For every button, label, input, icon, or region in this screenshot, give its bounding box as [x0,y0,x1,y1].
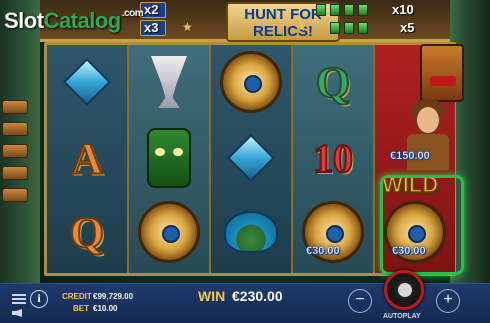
game-stage: x2 x3 HUNT FOR RELICS! ★ ★ x10 x5 SlotCa… [0,0,490,323]
letter-q-symbol: Q [297,47,369,117]
island-symbol [215,197,287,267]
left-multiplier-bottom: x3 [144,20,159,35]
increase-bet-button[interactable]: + [436,289,460,313]
left-multiplier-top: x2 [144,2,159,17]
green-gem-icon [344,22,354,34]
totem-ornament [2,166,28,180]
character-head [415,105,441,135]
totem-ornament [2,144,28,158]
letter-a-symbol: A [51,123,123,193]
green-gem-icon [358,22,368,34]
bet-value: €10.00 [93,304,118,313]
symbol-value-reel5: €30.00 [392,245,426,257]
game-title: HUNT FOR RELICS! [244,6,322,40]
menu-icon[interactable] [12,294,26,304]
chalice-symbol [133,47,205,117]
win-label: WIN [198,288,226,304]
credit-value: €99,729.00 [93,292,134,301]
symbol-value-reel4: €30.00 [306,245,340,257]
credit-label: CREDIT [62,292,92,301]
tiki-mask-icon [147,128,191,188]
diamond-gem-icon [226,133,276,183]
letter-q-symbol: Q [51,197,123,267]
decrease-bet-button[interactable]: − [348,289,372,313]
gold-disc-symbol [215,47,287,117]
green-gem-icon [330,4,340,16]
diamond-symbol [51,47,123,117]
letter-a-glyph: A [70,133,104,184]
letter-q-glyph: Q [69,207,105,258]
tiki-mask-symbol [133,123,205,193]
wild-label: WILD [381,171,439,198]
autoplay-label[interactable]: AUTOPLAY [383,313,421,320]
green-gem-icon [358,4,368,16]
gold-disc-symbol [133,197,205,267]
letter-10-glyph: 10 [312,135,354,182]
jungle-left-decoration [0,0,40,285]
green-gem-icon [344,4,354,16]
star-icon: ★ [182,20,193,34]
gold-disc-icon [138,201,200,263]
spin-button[interactable] [384,270,424,310]
diamond-symbol [215,123,287,193]
letter-q-glyph: Q [315,57,351,108]
right-multiplier-top: x10 [392,2,414,17]
bet-label: BET [73,304,89,313]
gold-disc-icon [220,51,282,113]
right-multiplier-bottom: x5 [400,20,415,35]
control-bar: i CREDIT €99,729.00 BET €10.00 WIN €230.… [0,270,490,323]
letter-10-symbol: 10 [297,123,369,193]
green-gem-icon [316,4,326,16]
info-icon[interactable]: i [30,290,48,308]
symbol-value-wild: €150.00 [390,150,430,162]
totem-ornament [2,100,28,114]
spin-icon [398,283,412,297]
star-icon: ★ [296,20,307,34]
speaker-icon[interactable] [12,309,22,317]
green-gem-icon [330,22,340,34]
slotcatalog-watermark: SlotCatalog.com [4,8,144,33]
diamond-gem-icon [62,57,112,107]
totem-ornament [2,122,28,136]
totem-ornament [2,188,28,202]
chalice-icon [151,56,187,108]
island-icon [224,211,278,253]
win-value: €230.00 [232,288,283,304]
